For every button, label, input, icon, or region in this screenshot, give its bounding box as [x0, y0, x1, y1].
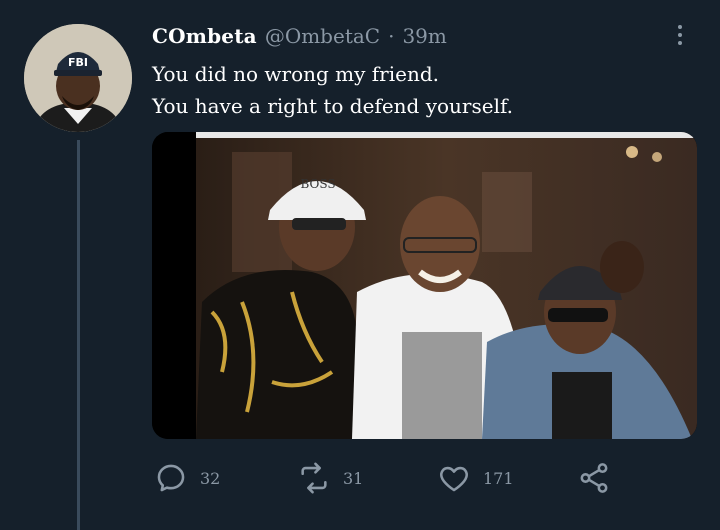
share-button[interactable]: [577, 455, 611, 501]
reply-icon: [157, 464, 185, 492]
tweet-text: You did no wrong my friend. You have a r…: [152, 58, 672, 122]
action-bar: 32 31 171: [152, 455, 692, 501]
like-button[interactable]: 171: [437, 455, 514, 501]
tweet-timestamp[interactable]: 39m: [402, 24, 446, 48]
heart-icon: [440, 466, 468, 492]
separator-dot: ·: [388, 24, 395, 48]
photo-image: BOSS: [152, 132, 697, 439]
user-handle[interactable]: @OmbetaC: [265, 24, 380, 48]
retweet-icon: [301, 462, 327, 494]
avatar-image: FBI: [24, 24, 132, 132]
reply-count: 32: [200, 468, 221, 488]
tweet-photo[interactable]: BOSS: [152, 132, 697, 439]
photo-cap-text: BOSS: [300, 177, 335, 191]
avatar-cap-text: FBI: [68, 56, 88, 69]
thread-line: [77, 140, 80, 530]
more-icon[interactable]: [668, 20, 692, 50]
tweet-text-line-1: You did no wrong my friend.: [152, 62, 440, 86]
display-name[interactable]: COmbeta: [152, 24, 257, 48]
avatar[interactable]: FBI: [24, 24, 132, 132]
tweet-text-line-2: You have a right to defend yourself.: [152, 94, 514, 118]
like-count: 171: [483, 468, 514, 488]
tweet-header: COmbeta @OmbetaC · 39m: [152, 24, 447, 54]
retweet-count: 31: [343, 468, 364, 488]
retweet-button[interactable]: 31: [297, 455, 363, 501]
share-icon: [580, 463, 608, 493]
reply-button[interactable]: 32: [154, 455, 220, 501]
